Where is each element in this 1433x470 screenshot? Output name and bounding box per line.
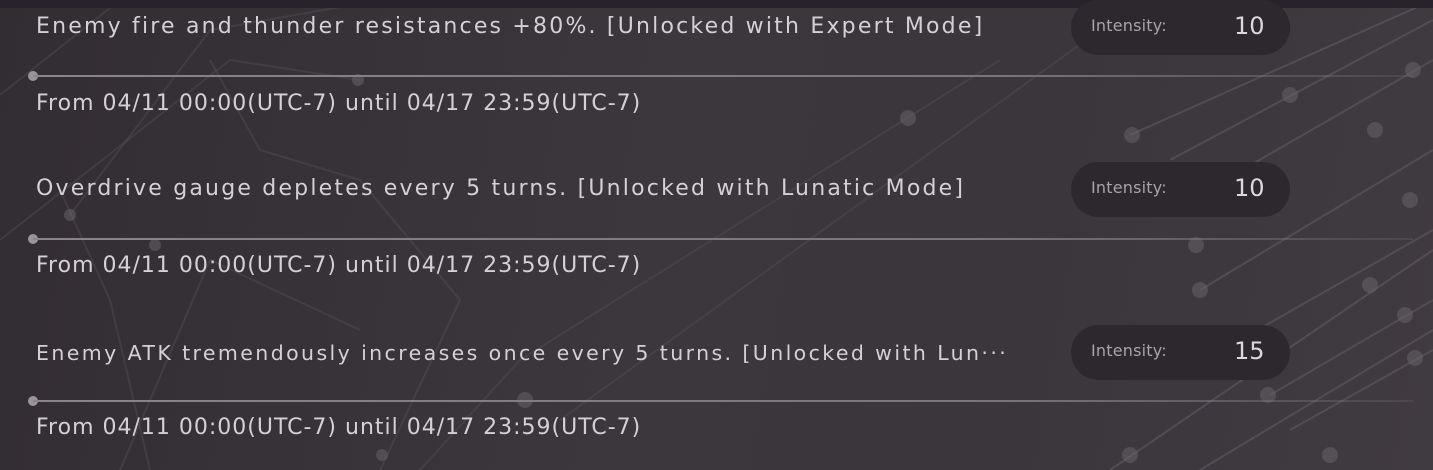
intensity-label: Intensity: [1091,178,1167,197]
divider-line [33,400,1413,402]
event-period: From 04/11 00:00(UTC-7) until 04/17 23:5… [36,91,642,116]
event-row: Enemy ATK tremendously increases once ev… [0,315,1433,455]
intensity-badge: Intensity: 10 [1071,0,1290,55]
divider-line [33,75,1413,77]
event-description: Overdrive gauge depletes every 5 turns. … [36,176,966,201]
event-period: From 04/11 00:00(UTC-7) until 04/17 23:5… [36,415,642,440]
intensity-value: 10 [1234,12,1265,40]
intensity-badge: Intensity: 10 [1071,162,1290,217]
event-period: From 04/11 00:00(UTC-7) until 04/17 23:5… [36,253,642,278]
intensity-value: 10 [1234,174,1265,202]
intensity-value: 15 [1234,337,1265,365]
intensity-label: Intensity: [1091,341,1167,360]
event-description: Enemy ATK tremendously increases once ev… [36,341,1009,365]
event-row: Enemy fire and thunder resistances +80%.… [0,0,1433,130]
intensity-badge: Intensity: 15 [1071,325,1290,380]
intensity-label: Intensity: [1091,16,1167,35]
divider-line [33,238,1413,240]
event-row: Overdrive gauge depletes every 5 turns. … [0,152,1433,292]
event-description: Enemy fire and thunder resistances +80%.… [36,14,985,39]
